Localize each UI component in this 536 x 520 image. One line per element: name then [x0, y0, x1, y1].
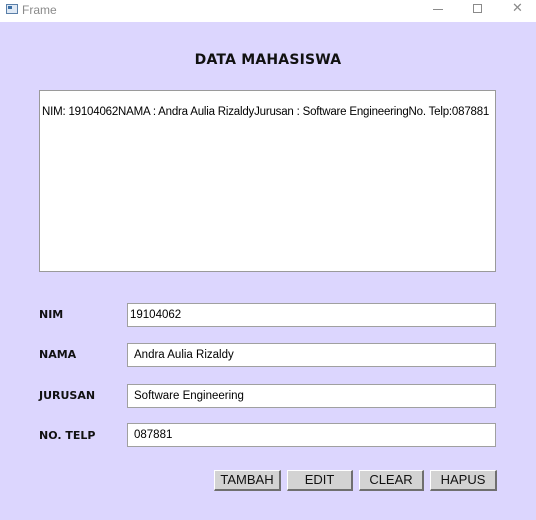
page-title: DATA MAHASISWA [194, 52, 342, 68]
tambah-button[interactable]: TAMBAH [214, 470, 281, 491]
app-window: Frame ✕ DATA MAHASISWA NIM: 19104062NAMA… [0, 0, 536, 520]
telp-label: NO. TELP [39, 429, 96, 442]
nim-value: 19104062 [130, 309, 182, 321]
hapus-button[interactable]: HAPUS [430, 470, 497, 491]
output-text: NIM: 19104062NAMA : Andra Aulia RizaldyJ… [42, 106, 490, 118]
java-frame-icon [6, 4, 18, 14]
close-button[interactable]: ✕ [498, 0, 536, 20]
nim-label: NIM [39, 308, 64, 321]
jurusan-label: JURUSAN [39, 389, 96, 402]
telp-value: 087881 [134, 429, 173, 441]
output-textarea[interactable]: NIM: 19104062NAMA : Andra Aulia RizaldyJ… [39, 90, 496, 272]
telp-field[interactable]: 087881 [127, 423, 496, 447]
minimize-button[interactable] [418, 0, 458, 20]
jurusan-value: Software Engineering [134, 390, 244, 402]
nim-field[interactable]: 19104062 [127, 303, 496, 327]
jurusan-field[interactable]: Software Engineering [127, 384, 496, 408]
edit-button[interactable]: EDIT [287, 470, 353, 491]
nama-field[interactable]: Andra Aulia Rizaldy [127, 343, 496, 367]
main-panel: DATA MAHASISWA NIM: 19104062NAMA : Andra… [0, 22, 536, 520]
minimize-icon [433, 9, 443, 10]
clear-button[interactable]: CLEAR [359, 470, 424, 491]
nama-label: NAMA [39, 348, 77, 361]
close-icon: ✕ [512, 1, 523, 16]
maximize-button[interactable] [458, 0, 498, 20]
window-title: Frame [22, 3, 57, 17]
maximize-icon [473, 4, 482, 13]
nama-value: Andra Aulia Rizaldy [134, 349, 234, 361]
title-bar: Frame ✕ [0, 0, 536, 22]
